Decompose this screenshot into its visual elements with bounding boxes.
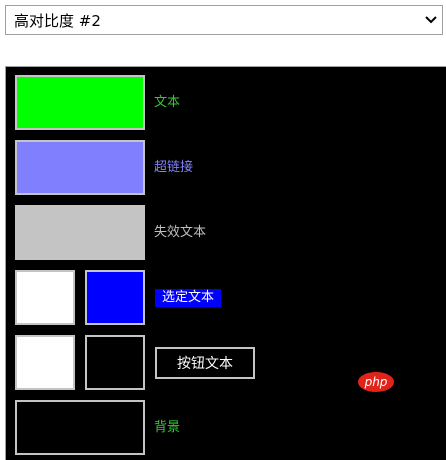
selected-text-bg-swatch[interactable] — [85, 270, 145, 325]
selected-text-fg-swatch[interactable] — [15, 270, 75, 325]
background-label: 背景 — [154, 420, 181, 435]
text-color-swatch[interactable] — [15, 75, 145, 130]
php-watermark-logo: php — [358, 372, 394, 392]
text-label: 文本 — [154, 95, 181, 110]
button-text-sample[interactable]: 按钮文本 — [155, 347, 255, 379]
hyperlink-color-swatch[interactable] — [15, 140, 145, 195]
background-color-swatch[interactable] — [15, 400, 145, 455]
hyperlink-label: 超链接 — [154, 160, 194, 175]
selected-text-label: 选定文本 — [155, 289, 222, 307]
chevron-down-icon[interactable] — [424, 13, 438, 31]
theme-select-value: 高对比度 #2 — [14, 11, 101, 30]
disabled-text-label: 失效文本 — [154, 225, 207, 240]
php-watermark-text: php — [364, 375, 388, 389]
button-text-fg-swatch[interactable] — [15, 335, 75, 390]
contrast-preview-panel: 文本 超链接 失效文本 选定文本 按钮文本 背景 — [5, 66, 446, 460]
theme-select[interactable]: 高对比度 #2 — [5, 5, 443, 35]
disabled-text-color-swatch[interactable] — [15, 205, 145, 260]
button-text-label: 按钮文本 — [177, 356, 233, 372]
button-text-bg-swatch[interactable] — [85, 335, 145, 390]
